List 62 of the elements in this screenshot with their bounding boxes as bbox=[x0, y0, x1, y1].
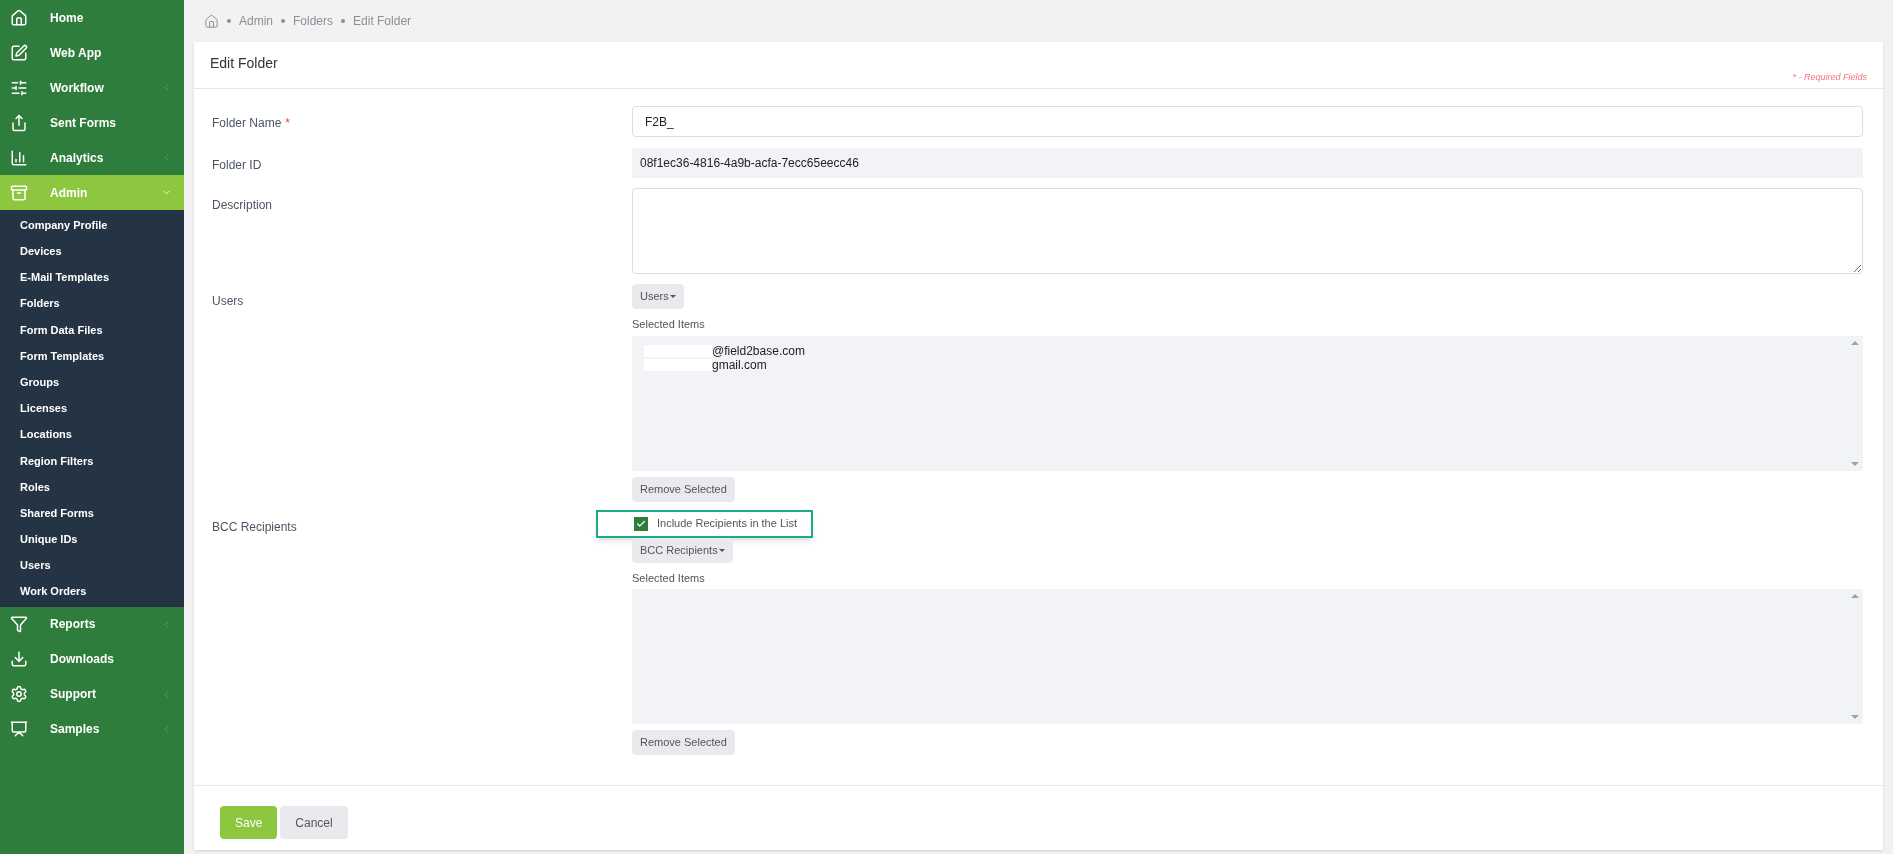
download-icon bbox=[10, 650, 28, 669]
field-label: Users bbox=[212, 294, 244, 308]
dropdown-button[interactable]: BCC Recipients bbox=[632, 537, 733, 563]
dropdown-button[interactable]: Users bbox=[632, 284, 684, 309]
share-icon bbox=[10, 113, 28, 132]
description-textarea[interactable] bbox=[632, 188, 1863, 274]
sidebar-item[interactable]: Samples bbox=[0, 711, 184, 747]
submenu-item[interactable]: Company Profile bbox=[0, 212, 184, 239]
sidebar-item[interactable]: Support bbox=[0, 676, 184, 712]
sidebar-item[interactable]: Web App bbox=[0, 35, 184, 70]
field-label: Folder ID bbox=[212, 158, 262, 172]
scroll-down-icon[interactable] bbox=[1851, 460, 1859, 467]
cancel-button[interactable]: Cancel bbox=[280, 806, 348, 839]
sidebar-item[interactable]: Workflow bbox=[0, 70, 184, 105]
sidebar-item[interactable]: Sent Forms bbox=[0, 105, 184, 140]
scroll-down-icon[interactable] bbox=[1851, 714, 1859, 720]
required-fields-note: * - Required Fields bbox=[1792, 70, 1867, 84]
submenu-item[interactable]: Roles bbox=[0, 473, 184, 501]
selected-items-list[interactable]: @field2base.com gmail.com bbox=[632, 335, 1863, 471]
scroll-up-icon[interactable] bbox=[1851, 593, 1859, 599]
submenu-item[interactable]: Locations bbox=[0, 421, 184, 448]
submenu-item[interactable]: Work Orders bbox=[0, 578, 184, 605]
sidebar-item[interactable]: Downloads bbox=[0, 641, 184, 677]
pen-square-icon bbox=[10, 43, 28, 62]
submenu-item[interactable]: Region Filters bbox=[0, 447, 184, 474]
sidebar-item[interactable]: Reports bbox=[0, 606, 184, 642]
submenu-item[interactable]: Folders bbox=[0, 290, 184, 317]
selected-items-label: Selected Items bbox=[632, 317, 706, 332]
selected-items-label: Selected Items bbox=[632, 570, 706, 586]
funnel-icon bbox=[10, 615, 28, 634]
include-recipients-checkbox[interactable]: Include Recipients in the List bbox=[596, 509, 814, 538]
folder-id-field: 08f1ec36-4816-4a9b-acfa-7ecc65eecc46 bbox=[632, 148, 1863, 178]
field-label: Folder Name bbox=[212, 116, 282, 130]
sidebar-item[interactable]: Home bbox=[0, 0, 184, 35]
submenu-item[interactable]: Unique IDs bbox=[0, 526, 184, 553]
submenu-item[interactable]: Licenses bbox=[0, 395, 184, 422]
field-label: Description bbox=[212, 198, 273, 212]
folder-name-input[interactable]: F2B_ bbox=[632, 106, 1863, 137]
sliders-icon bbox=[10, 78, 28, 97]
sidebar-item[interactable]: Analytics bbox=[0, 140, 184, 175]
bar-chart-icon bbox=[10, 148, 28, 167]
presentation-icon bbox=[10, 720, 28, 739]
submenu-item[interactable]: E-Mail Templates bbox=[0, 264, 184, 291]
submenu-item[interactable]: Form Data Files bbox=[0, 316, 184, 343]
archive-icon bbox=[10, 183, 28, 202]
check-icon bbox=[636, 518, 646, 529]
required-asterisk: * bbox=[285, 116, 291, 130]
submenu-item[interactable]: Users bbox=[0, 552, 184, 579]
remove-button[interactable]: Remove Selected bbox=[632, 476, 735, 502]
submenu-item[interactable]: Devices bbox=[0, 238, 184, 265]
submenu-item[interactable]: Shared Forms bbox=[0, 500, 184, 527]
card-title: Edit Folder bbox=[210, 54, 278, 73]
list-item[interactable]: @field2base.com bbox=[712, 341, 805, 360]
field-label: BCC Recipients bbox=[212, 519, 297, 534]
scroll-up-icon[interactable] bbox=[1851, 339, 1859, 346]
submenu-item[interactable]: Form Templates bbox=[0, 342, 184, 370]
submenu-item[interactable]: Groups bbox=[0, 369, 184, 396]
remove-button[interactable]: Remove Selected bbox=[632, 730, 735, 755]
home-icon bbox=[10, 8, 28, 27]
settings-icon bbox=[10, 685, 28, 704]
checkbox[interactable] bbox=[634, 516, 648, 531]
home-icon[interactable] bbox=[204, 13, 219, 29]
